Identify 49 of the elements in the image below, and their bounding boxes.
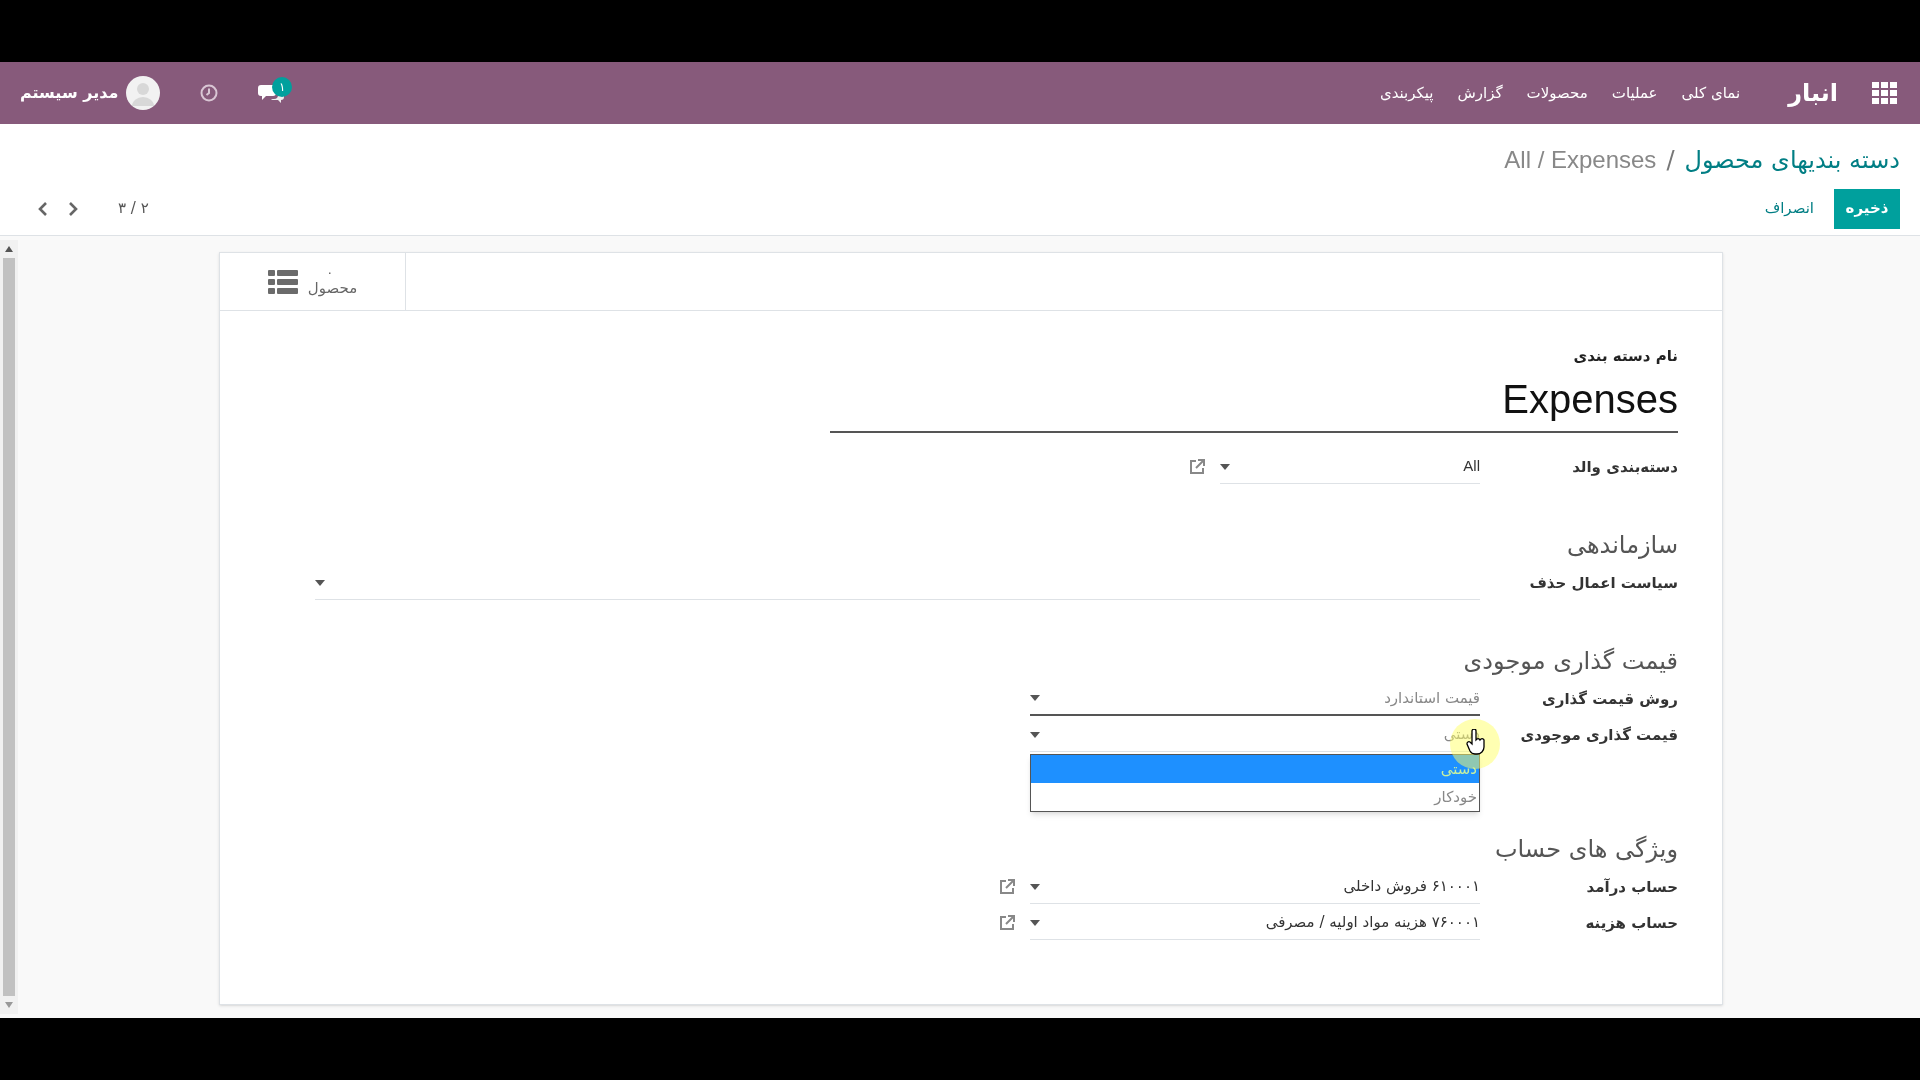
caret-icon — [1220, 463, 1230, 470]
section-heading: ویژگی های حساب — [1493, 834, 1678, 865]
menu-item[interactable]: پیکربندی — [1379, 81, 1434, 105]
field-label: روش قیمت گذاری — [1541, 688, 1678, 710]
external-link-icon[interactable] — [998, 914, 1016, 932]
discard-button[interactable]: انصراف — [1762, 188, 1816, 229]
menu-item[interactable]: عملیات — [1611, 81, 1658, 105]
field-label: قیمت گذاری موجودی — [1519, 724, 1678, 746]
menu-item[interactable]: گزارش — [1457, 81, 1503, 105]
external-link-icon[interactable] — [1188, 458, 1206, 476]
caret-icon — [315, 579, 325, 586]
dropdown-field[interactable]: ۷۶۰۰۰۱ هزینه مواد اولیه / مصرفی — [1030, 906, 1480, 940]
breadcrumb-link[interactable]: دسته بندیهای محصول — [1684, 142, 1900, 178]
section-heading: سازماندهی — [1565, 530, 1678, 561]
products-smart-button[interactable]: ۰ محصول — [220, 253, 406, 310]
menu-item[interactable]: محصولات — [1526, 81, 1588, 105]
scroll-down-icon[interactable] — [5, 1002, 13, 1008]
scroll-up-icon[interactable] — [5, 246, 13, 252]
dropdown-option[interactable]: خودکار — [1031, 783, 1479, 811]
save-button[interactable]: ذخیره — [1834, 188, 1900, 229]
field-label: سیاست اعمال حذف — [1528, 572, 1678, 594]
scrollbar[interactable] — [0, 240, 18, 1014]
chevron-left-icon — [38, 201, 48, 216]
external-link-icon[interactable] — [998, 878, 1016, 896]
dropdown-field[interactable]: ۶۱۰۰۰۱ فروش داخلی — [1030, 870, 1480, 904]
menu-item[interactable]: نمای کلی — [1681, 81, 1741, 105]
app-title: انبار — [1788, 78, 1838, 109]
user-menu[interactable]: مدیر سیستم — [20, 76, 161, 110]
field-label: حساب درآمد — [1585, 876, 1678, 898]
caret-icon — [1030, 695, 1040, 701]
field-label: نام دسته بندی — [1572, 346, 1678, 367]
avatar-icon — [126, 76, 161, 110]
select-field[interactable]: قیمت استاندارد — [1030, 682, 1480, 716]
field-label: دسته‌بندی والد — [1571, 456, 1678, 478]
pager-counter: ۲ / ۳ — [118, 198, 149, 220]
caret-icon — [1030, 883, 1040, 890]
clock-icon[interactable] — [200, 84, 219, 102]
apps-menu-icon[interactable] — [1872, 82, 1898, 104]
breadcrumb-separator: / — [1666, 145, 1675, 176]
breadcrumb-current: All / Expenses — [1504, 145, 1657, 175]
field-label: حساب هزینه — [1584, 912, 1678, 934]
dropdown-field[interactable]: All — [1220, 450, 1480, 484]
chevron-right-icon — [68, 201, 78, 216]
notification-badge: ۱ — [272, 77, 293, 97]
section-heading: قیمت گذاری موجودی — [1462, 646, 1678, 677]
caret-icon — [1030, 731, 1040, 738]
caret-icon — [1030, 919, 1040, 926]
list-icon — [267, 269, 298, 294]
name-field[interactable]: Expenses — [830, 369, 1678, 433]
